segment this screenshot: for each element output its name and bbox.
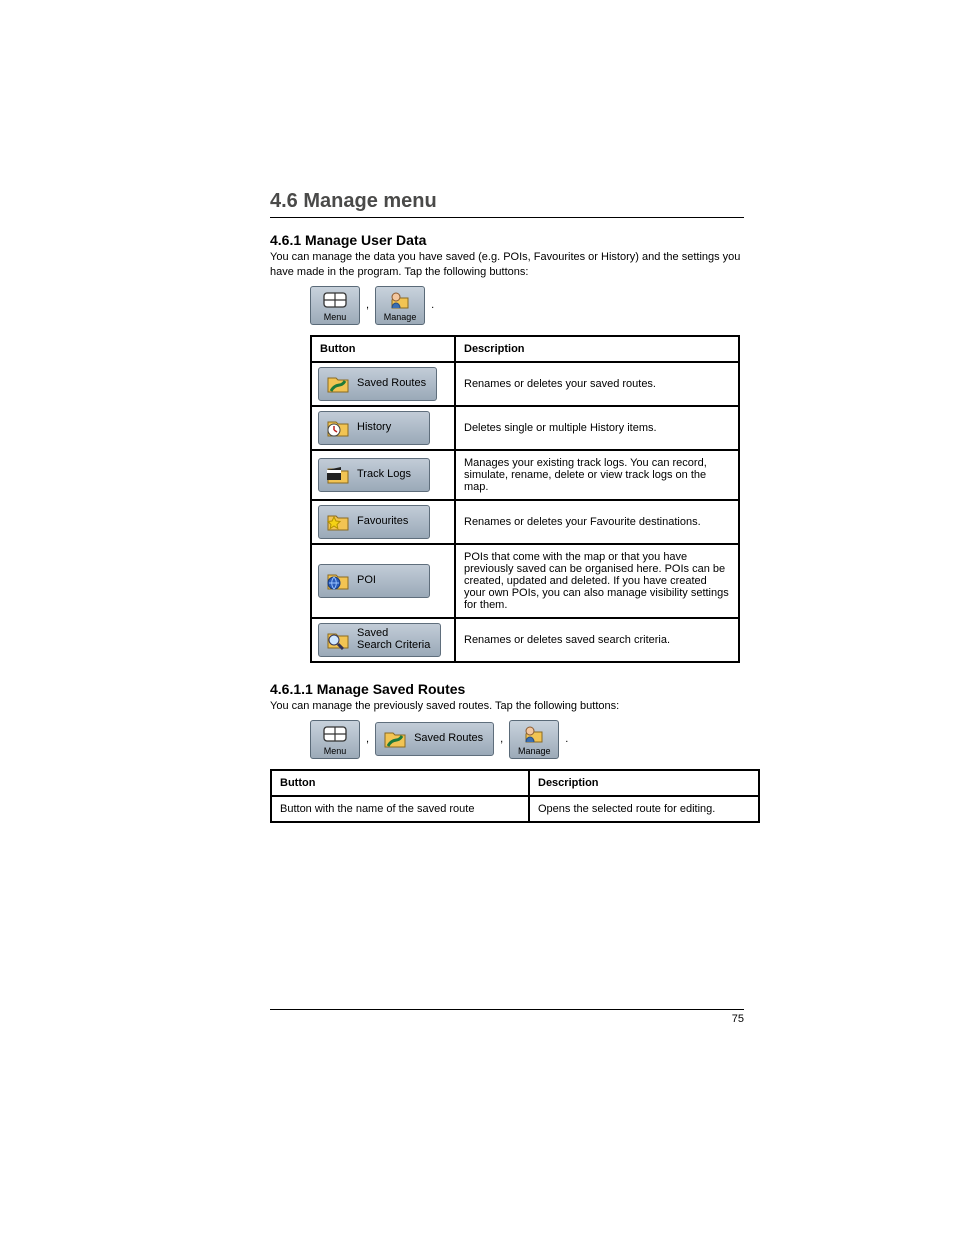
saved-search-criteria-button[interactable]: Saved Search Criteria bbox=[318, 623, 441, 657]
breadcrumb-separator: , bbox=[366, 733, 369, 745]
manage-button-2[interactable]: Manage bbox=[509, 720, 559, 759]
menu-button-2-label: Menu bbox=[324, 747, 347, 756]
saved-routes-desc: Renames or deletes your saved routes. bbox=[455, 362, 739, 406]
table2-row0-btn: Button with the name of the saved route bbox=[271, 796, 529, 822]
favourites-desc: Renames or deletes your Favourite destin… bbox=[455, 500, 739, 544]
saved-routes-button-bc[interactable]: Saved Routes bbox=[375, 722, 494, 756]
manage-button[interactable]: Manage bbox=[375, 286, 425, 325]
manage-person-folder-icon bbox=[388, 290, 412, 312]
history-label: History bbox=[357, 422, 391, 434]
table1-header-desc: Description bbox=[455, 336, 739, 362]
clock-folder-icon bbox=[325, 417, 351, 439]
menu-button[interactable]: Menu bbox=[310, 286, 360, 325]
history-button[interactable]: History bbox=[318, 411, 430, 445]
table2-header-button: Button bbox=[271, 770, 529, 796]
favourites-button[interactable]: Favourites bbox=[318, 505, 430, 539]
table-row: Saved Search Criteria Renames or deletes… bbox=[311, 618, 739, 662]
track-logs-button[interactable]: Track Logs bbox=[318, 458, 430, 492]
favourites-label: Favourites bbox=[357, 516, 408, 528]
breadcrumb-separator: , bbox=[366, 299, 369, 311]
manage-person-folder-icon bbox=[522, 724, 546, 746]
globe-folder-icon bbox=[325, 570, 351, 592]
saved-search-criteria-label: Saved Search Criteria bbox=[357, 628, 430, 651]
menu-button-2[interactable]: Menu bbox=[310, 720, 360, 759]
table-row: Saved Routes Renames or deletes your sav… bbox=[311, 362, 739, 406]
table1-header-button: Button bbox=[311, 336, 455, 362]
history-desc: Deletes single or multiple History items… bbox=[455, 406, 739, 450]
breadcrumb-end: . bbox=[565, 733, 568, 745]
subsection-desc-1: You can manage the data you have saved (… bbox=[270, 250, 744, 280]
subsection-title-1: 4.6.1 Manage User Data bbox=[270, 232, 744, 248]
table-row: Track Logs Manages your existing track l… bbox=[311, 450, 739, 500]
route-folder-icon bbox=[382, 728, 408, 750]
route-folder-icon bbox=[325, 373, 351, 395]
poi-button[interactable]: POI bbox=[318, 564, 430, 598]
table-row: History Deletes single or multiple Histo… bbox=[311, 406, 739, 450]
menu-button-label: Menu bbox=[324, 313, 347, 322]
manage-options-table: Button Description Saved Routes Renames … bbox=[310, 335, 740, 663]
menu-grid-icon bbox=[323, 290, 347, 312]
magnifier-folder-icon bbox=[325, 629, 351, 651]
table2-row0-desc: Opens the selected route for editing. bbox=[529, 796, 759, 822]
section-divider bbox=[270, 217, 744, 218]
menu-grid-icon bbox=[323, 724, 347, 746]
page-footer: 75 bbox=[270, 1003, 744, 1026]
table-row: Button with the name of the saved route … bbox=[271, 796, 759, 822]
subsection-title-2: 4.6.1.1 Manage Saved Routes bbox=[270, 681, 744, 697]
track-logs-desc: Manages your existing track logs. You ca… bbox=[455, 450, 739, 500]
breadcrumb-2: Menu , Saved Routes , Manage . bbox=[310, 720, 744, 759]
breadcrumb-1: Menu , Manage . bbox=[310, 286, 744, 325]
table-row: Favourites Renames or deletes your Favou… bbox=[311, 500, 739, 544]
clapper-folder-icon bbox=[325, 464, 351, 486]
poi-label: POI bbox=[357, 575, 376, 587]
subsection-desc-2: You can manage the previously saved rout… bbox=[270, 699, 744, 714]
breadcrumb-end: . bbox=[431, 299, 434, 311]
poi-desc: POIs that come with the map or that you … bbox=[455, 544, 739, 618]
saved-routes-button[interactable]: Saved Routes bbox=[318, 367, 437, 401]
page-number: 75 bbox=[732, 1013, 744, 1025]
saved-routes-bc-label: Saved Routes bbox=[414, 733, 483, 745]
star-folder-icon bbox=[325, 511, 351, 533]
manage-button-label: Manage bbox=[384, 313, 417, 322]
section-title: 4.6 Manage menu bbox=[270, 190, 744, 213]
breadcrumb-separator: , bbox=[500, 733, 503, 745]
saved-search-criteria-desc: Renames or deletes saved search criteria… bbox=[455, 618, 739, 662]
manage-button-2-label: Manage bbox=[518, 747, 551, 756]
track-logs-label: Track Logs bbox=[357, 469, 411, 481]
saved-routes-label: Saved Routes bbox=[357, 378, 426, 390]
manage-saved-routes-table: Button Description Button with the name … bbox=[270, 769, 760, 823]
table-row: POI POIs that come with the map or that … bbox=[311, 544, 739, 618]
table2-header-desc: Description bbox=[529, 770, 759, 796]
